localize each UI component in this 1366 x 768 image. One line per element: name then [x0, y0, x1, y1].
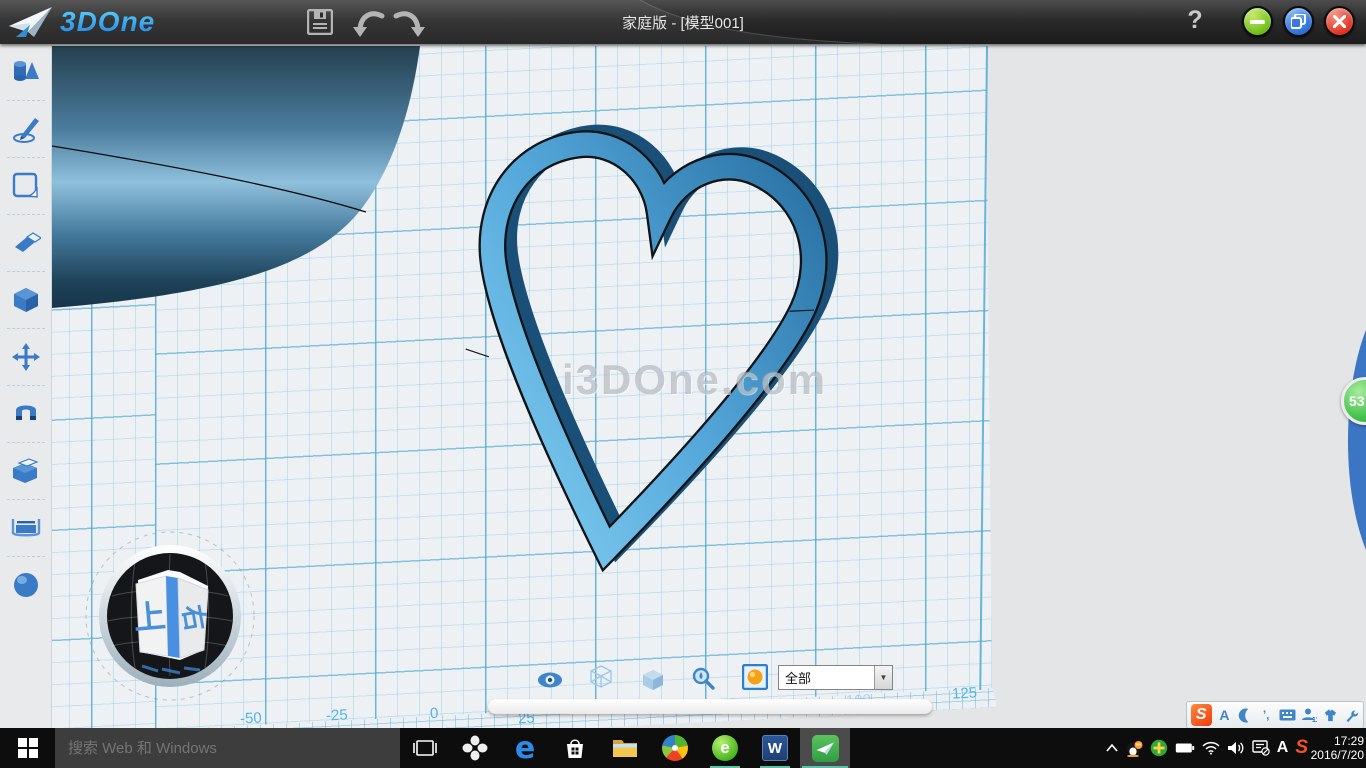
view-cube[interactable]: 上 右: [80, 526, 260, 706]
canvas-viewport[interactable]: i3DOne.com -50 -25 0 25 75 100 125 上 右: [0, 44, 1366, 728]
file-explorer-icon[interactable]: [600, 728, 650, 768]
shaded-view-icon[interactable]: [640, 667, 666, 693]
half-moon-icon[interactable]: [1237, 705, 1253, 725]
svg-text:11: 11: [1312, 717, 1317, 723]
badge-count: 53: [1349, 393, 1365, 409]
soft-keyboard-icon[interactable]: [1279, 705, 1296, 725]
action-center-icon[interactable]: [1252, 737, 1270, 759]
eraser-icon[interactable]: [0, 215, 52, 271]
axis-label: -50: [240, 709, 263, 727]
move-icon[interactable]: [0, 329, 52, 385]
clock-time: 17:29: [1334, 734, 1364, 748]
save-icon[interactable]: [303, 7, 337, 37]
tool-sidebar: [0, 44, 52, 728]
redo-icon[interactable]: [392, 7, 426, 37]
edge-browser-icon[interactable]: e: [500, 728, 550, 768]
settings-wrench-icon[interactable]: [1343, 705, 1359, 725]
word-icon[interactable]: W: [750, 728, 800, 768]
sketch-edit-icon[interactable]: [0, 158, 52, 214]
community-pull-tab[interactable]: [1338, 300, 1366, 580]
volume-icon[interactable]: [1227, 737, 1245, 759]
close-button[interactable]: [1324, 6, 1355, 37]
green-e-browser-icon[interactable]: e: [700, 728, 750, 768]
chevron-down-icon[interactable]: ▼: [874, 666, 892, 689]
tray-expand-chevron-icon[interactable]: [1106, 737, 1118, 759]
ime-toolbar: S A ’, 11: [1186, 701, 1364, 729]
watermark: i3DOne.com: [562, 356, 827, 404]
brand-name: 3DOne: [60, 6, 155, 38]
sogou-logo-icon[interactable]: S: [1191, 704, 1212, 726]
viewcube-right-label: 右: [177, 602, 211, 633]
material-sphere-icon[interactable]: [0, 557, 52, 613]
pinwheel-app-icon[interactable]: [450, 728, 500, 768]
english-mode-icon[interactable]: A: [1217, 705, 1233, 725]
axis-label: 125: [952, 684, 978, 702]
filter-value: 全部: [779, 668, 874, 687]
taskbar-search[interactable]: [55, 728, 400, 768]
system-tray: A S: [1106, 728, 1308, 768]
minimize-button[interactable]: [1242, 6, 1273, 37]
display-filter-dropdown[interactable]: 全部 ▼: [778, 665, 893, 690]
primitive-solids-icon[interactable]: [0, 44, 52, 100]
start-button[interactable]: [0, 728, 55, 768]
antivirus-green-icon[interactable]: [1150, 737, 1168, 759]
wireframe-view-icon[interactable]: [588, 664, 614, 690]
punctuation-icon[interactable]: ’,: [1258, 705, 1274, 725]
axis-label: -25: [326, 706, 349, 724]
assembly-icon[interactable]: [0, 443, 52, 499]
sketch-draw-icon[interactable]: [0, 101, 52, 157]
axis-label: 0: [430, 705, 439, 722]
battery-icon[interactable]: [1175, 737, 1195, 759]
skin-shirt-icon[interactable]: [1322, 705, 1338, 725]
feature-cube-icon[interactable]: [0, 272, 52, 328]
render-display-icon[interactable]: [742, 664, 768, 690]
sogou-tray-icon[interactable]: S: [1295, 737, 1308, 759]
titlebar: 3DOne 家庭版 - [模型001] ?: [0, 0, 1366, 44]
measure-icon[interactable]: [0, 500, 52, 556]
clock-date: 2016/7/20: [1311, 748, 1364, 762]
taskbar-clock[interactable]: 17:29 2016/7/20: [1308, 728, 1364, 768]
heart-model[interactable]: [440, 118, 850, 578]
paper-plane-icon: [8, 4, 54, 40]
visibility-eye-icon[interactable]: [537, 667, 563, 693]
app-logo: 3DOne: [8, 4, 155, 40]
360-browser-icon[interactable]: [650, 728, 700, 768]
windows-store-icon[interactable]: [550, 728, 600, 768]
undo-icon[interactable]: [352, 7, 386, 37]
account-person-icon[interactable]: 11: [1301, 705, 1317, 725]
qq-penguin-icon[interactable]: [1125, 737, 1143, 759]
magnet-constraint-icon[interactable]: [0, 386, 52, 442]
restore-button[interactable]: [1283, 6, 1314, 37]
viewcube-left-label: 上: [132, 598, 167, 637]
search-input[interactable]: [55, 728, 400, 768]
task-view-button[interactable]: [400, 728, 450, 768]
help-button[interactable]: ?: [1180, 6, 1210, 36]
3done-app-icon[interactable]: [800, 728, 850, 768]
zoom-search-icon[interactable]: [690, 665, 716, 691]
curved-surface-model[interactable]: [52, 44, 432, 364]
wifi-icon[interactable]: [1202, 737, 1220, 759]
window-title: 家庭版 - [模型001]: [622, 12, 744, 33]
horizontal-scrollbar[interactable]: [488, 699, 932, 714]
input-letter-icon[interactable]: A: [1277, 737, 1289, 759]
